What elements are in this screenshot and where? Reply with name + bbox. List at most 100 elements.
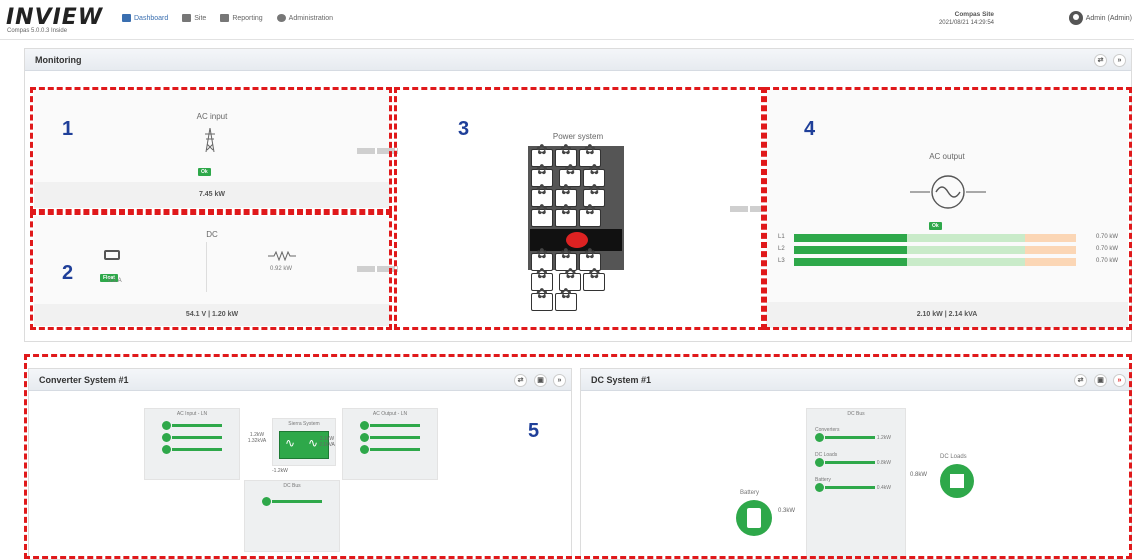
nav-label: Reporting <box>232 14 263 22</box>
load-power: 0.92 kW <box>270 266 293 272</box>
app-logo[interactable]: INVIEW <box>6 5 103 30</box>
callout-number-4: 4 <box>804 118 816 140</box>
dc-cell[interactable]: DC Float 0.2 A 0.92 kW 54.1 V | 1.20 kW <box>34 216 390 326</box>
status-dot <box>261 497 271 506</box>
phase-label: L2 <box>778 246 785 252</box>
battery-label: Battery <box>740 490 760 496</box>
dc-bus-box[interactable]: DC Bus Converters 1.2kW DC Loads 0.8kW Bat… <box>806 408 906 560</box>
callout-number-3: 3 <box>458 118 470 140</box>
expand-icon[interactable]: » <box>553 374 566 387</box>
status-dot <box>815 433 824 442</box>
battery-icon <box>104 250 120 260</box>
dc-bus-rows: Converters 1.2kW DC Loads 0.8kW Battery 0.… <box>807 427 905 492</box>
box-title: Sierra System <box>288 421 320 427</box>
monitoring-header: Monitoring ⇄ » <box>25 49 1131 71</box>
dc-summary: 54.1 V | 1.20 kW <box>34 304 390 326</box>
battery-flow: 0.3kW <box>778 508 796 514</box>
converter-header: Converter System #1 ⇄ ▣ » <box>29 369 571 391</box>
callout-number-2: 2 <box>62 262 74 284</box>
converter-ac-output-box[interactable]: AC Output - LN <box>342 408 438 480</box>
user-avatar-icon <box>1068 11 1083 25</box>
dc-system-header: DC System #1 ⇄ ▣ » <box>581 369 1131 391</box>
power-tower-icon <box>204 127 216 153</box>
site-timestamp: 2021/08/21 14:29:54 <box>938 20 994 26</box>
phase-value: 0.70 kW <box>1095 246 1118 252</box>
ac-output-rows <box>343 421 437 454</box>
status-dot <box>359 421 369 430</box>
ac-input-title: AC input <box>196 112 228 121</box>
phase-row: L3 0.70 kW <box>778 258 1118 267</box>
row-value: 0.8kW <box>876 459 891 466</box>
status-dot <box>161 421 171 430</box>
nav-administration[interactable]: Administration <box>276 14 334 22</box>
ac-input-cell[interactable]: AC input Ok 7.45 kW <box>34 90 390 208</box>
battery-current: 0.2 A <box>108 278 122 284</box>
dc-title: DC <box>206 230 218 239</box>
converter-ac-input-box[interactable]: AC Input - LN <box>144 408 240 480</box>
phase-row: L1 0.70 kW <box>778 234 1118 243</box>
phase-row: L2 0.70 kW <box>778 246 1118 255</box>
nav-site[interactable]: Site <box>182 14 206 22</box>
ac-input-rows <box>145 421 239 454</box>
status-dot <box>815 483 824 492</box>
chart-icon <box>220 14 230 22</box>
phase-bar <box>794 258 1076 266</box>
ac-output-cell[interactable]: AC output Ok L1 0.70 kW L2 0.70 kW L3 0.70 kW… <box>766 90 1128 328</box>
status-dot <box>161 433 171 442</box>
user-label: Admin (Admin) <box>1085 14 1132 22</box>
gear-icon <box>276 14 286 22</box>
dc-bus-row: DC Loads 0.8kW <box>815 452 905 467</box>
power-system-rack <box>528 146 624 311</box>
status-dot <box>359 445 369 454</box>
main-nav: Dashboard Site Reporting Administration <box>122 14 333 22</box>
battery-large-icon[interactable] <box>736 500 772 536</box>
swap-icon[interactable]: ⇄ <box>1074 374 1087 387</box>
phase-bar <box>794 246 1076 254</box>
panel-title: Converter System #1 <box>39 375 129 385</box>
ac-input-power: 7.45 kW <box>34 182 390 208</box>
phase-label: L1 <box>778 234 785 240</box>
site-info[interactable]: Compas Site 2021/08/21 14:29:54 <box>884 11 994 27</box>
swap-icon[interactable]: ⇄ <box>1094 54 1107 67</box>
power-system-title: Power system <box>552 132 604 141</box>
phase-value: 0.70 kW <box>1095 258 1118 264</box>
dashboard-icon <box>122 14 131 22</box>
ac-output-status-badge: Ok <box>929 222 942 230</box>
callout-number-5: 5 <box>528 420 540 442</box>
phase-label: L3 <box>778 258 785 264</box>
nav-dashboard[interactable]: Dashboard <box>122 14 168 22</box>
dc-loads-label: DC Loads <box>940 454 967 460</box>
nav-label: Site <box>194 14 207 22</box>
converter-dc-bus-box[interactable]: DC Bus <box>244 480 340 552</box>
divider <box>206 242 207 292</box>
dc-bus-row: Battery 0.4kW <box>815 477 905 492</box>
dc-bus-row: Converters 1.2kW <box>815 427 905 442</box>
ac-output-title: AC output <box>929 152 965 161</box>
row-value: 1.2kW <box>876 434 891 441</box>
app-version: Compas 5.0.0.3 Inside <box>7 28 68 34</box>
flow-value: 2.1kVA <box>319 442 335 448</box>
sine-wave-icon <box>910 174 986 215</box>
nav-reporting[interactable]: Reporting <box>220 14 263 22</box>
fan-icon <box>555 209 577 227</box>
export-icon[interactable]: ▣ <box>534 374 547 387</box>
box-title: AC Output - LN <box>372 411 408 417</box>
fan-icon <box>531 293 553 311</box>
expand-icon[interactable]: » <box>1113 54 1126 67</box>
status-dot <box>359 433 369 442</box>
panel-title: DC System #1 <box>591 375 652 385</box>
expand-icon[interactable]: » <box>1113 374 1126 387</box>
status-dot <box>161 445 171 454</box>
ac-output-summary: 2.10 kW | 2.14 kVA <box>766 302 1128 328</box>
dc-loads-large-icon[interactable] <box>940 464 974 498</box>
box-title: DC Bus <box>847 411 865 417</box>
nav-label: Administration <box>288 14 334 22</box>
power-system-cell[interactable]: Power system <box>398 90 758 328</box>
swap-icon[interactable]: ⇄ <box>514 374 527 387</box>
user-menu[interactable]: Admin (Admin) <box>1068 11 1132 25</box>
converter-dc-flow: -1.2kW <box>272 468 288 474</box>
converter-out-flow: 2.1kW 2.1kVA <box>314 436 340 448</box>
status-dot <box>815 458 824 467</box>
export-icon[interactable]: ▣ <box>1094 374 1107 387</box>
flow-value: 1.32kVA <box>247 438 267 444</box>
